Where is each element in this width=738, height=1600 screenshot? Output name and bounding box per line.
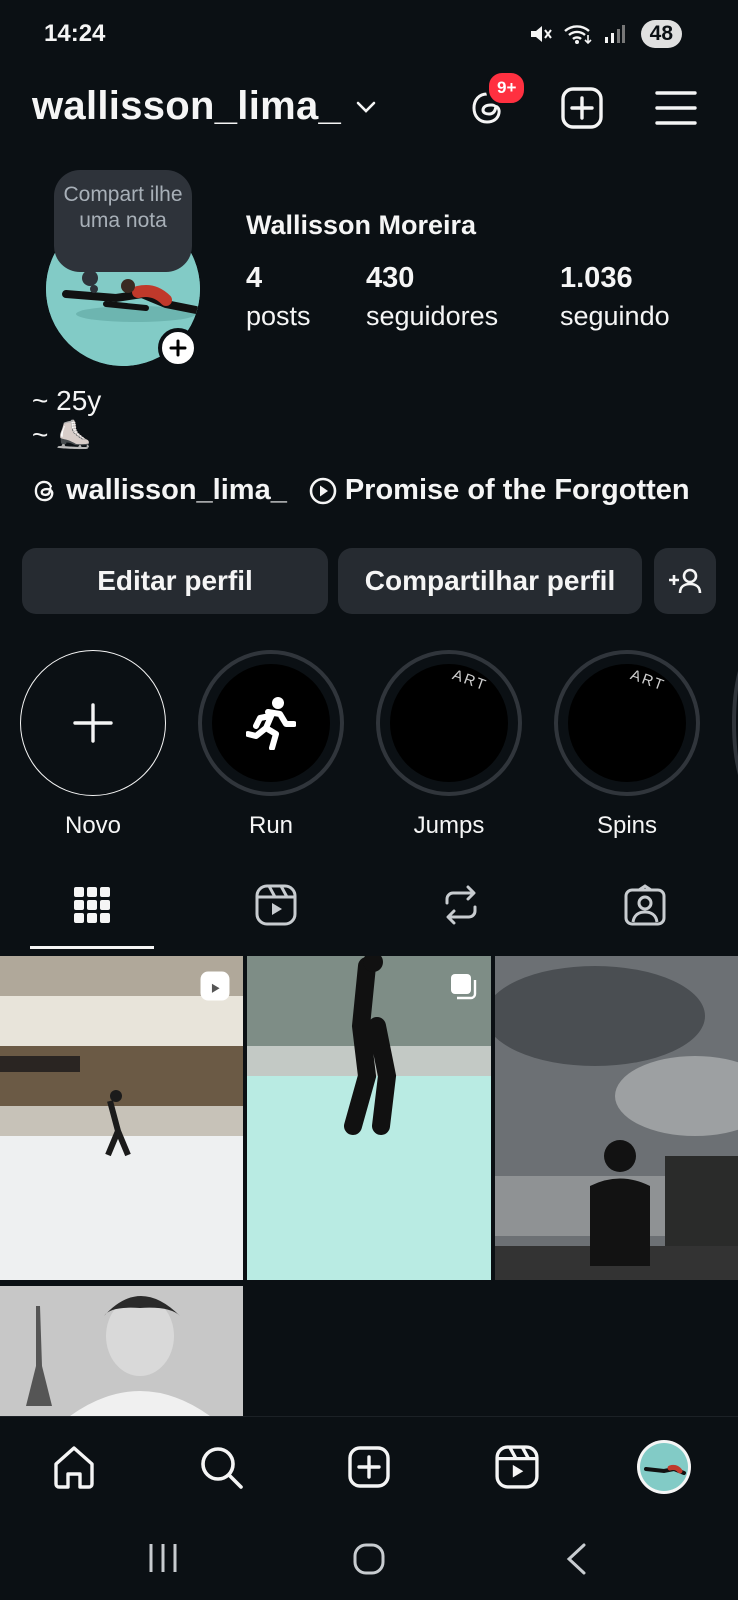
plus-icon <box>168 338 188 358</box>
highlight-partial[interactable] <box>732 650 738 796</box>
bio: ~ 25y ~ ⛸️ <box>32 384 101 452</box>
battery-level: 48 <box>640 20 682 48</box>
reels-icon <box>495 1445 539 1489</box>
music-title: Promise of the Forgotten <box>344 474 690 506</box>
bottom-nav <box>0 1416 738 1516</box>
highlight-run[interactable]: Run <box>198 650 344 840</box>
repost-icon <box>441 885 481 925</box>
highlight-circle <box>20 650 166 796</box>
profile-links: wallisson_lima_ Promise of the Forgotten <box>32 474 690 507</box>
stat-followers[interactable]: 430 seguidores <box>366 262 498 332</box>
full-name: Wallisson Moreira <box>246 210 477 240</box>
highlight-jumps[interactable]: ART Jumps <box>376 650 522 840</box>
highlight-spins[interactable]: ART Spins <box>554 650 700 840</box>
recent-apps-icon <box>146 1542 180 1574</box>
profile-avatar <box>636 1439 692 1495</box>
post-thumbnail[interactable] <box>0 1286 243 1416</box>
plus-icon <box>73 703 113 743</box>
add-person-icon <box>668 567 702 595</box>
reel-indicator-icon <box>199 970 231 1002</box>
stat-label: posts <box>246 301 311 331</box>
reels-icon <box>255 884 297 926</box>
note-bubble[interactable]: Compart ilhe uma nota <box>54 170 192 272</box>
chevron-down-icon <box>355 100 377 114</box>
highlight-art-text: ART <box>628 666 668 695</box>
highlight-art-text: ART <box>450 666 490 695</box>
highlight-new[interactable]: Novo <box>20 650 166 840</box>
status-time: 14:24 <box>44 20 106 47</box>
menu-button[interactable] <box>652 84 700 132</box>
share-profile-label: Compartilhar perfil <box>364 565 616 596</box>
note-tail <box>82 270 98 286</box>
create-button[interactable] <box>558 84 606 132</box>
search-icon <box>198 1444 244 1490</box>
nav-reels[interactable] <box>489 1439 545 1495</box>
music-link[interactable]: Promise of the Forgotten <box>309 474 690 507</box>
home-icon <box>51 1444 97 1490</box>
tab-reposts[interactable] <box>438 882 484 928</box>
stat-value: 4 <box>246 262 263 294</box>
threads-icon <box>32 478 58 504</box>
highlight-circle <box>198 650 344 796</box>
post-thumbnail[interactable] <box>247 956 491 1280</box>
edit-profile-label: Editar perfil <box>97 565 253 596</box>
play-circle-icon <box>309 477 337 505</box>
note-tail-small <box>90 285 98 293</box>
running-person-icon <box>246 696 296 750</box>
highlight-cover <box>212 664 330 782</box>
stat-label: seguidores <box>366 301 499 331</box>
stat-following[interactable]: 1.036 seguindo <box>560 262 670 332</box>
back-chevron-icon <box>564 1542 588 1576</box>
signal-icon <box>603 23 625 45</box>
home-circle-icon <box>352 1542 386 1576</box>
stat-label: seguindo <box>560 301 670 331</box>
back-button[interactable] <box>564 1542 588 1576</box>
highlight-circle: ART <box>376 650 522 796</box>
hamburger-icon <box>655 89 697 127</box>
highlight-label: Spins <box>596 812 658 839</box>
carousel-indicator-icon <box>449 972 477 1000</box>
highlight-cover: ART <box>568 664 686 782</box>
add-story-button[interactable] <box>158 328 198 368</box>
highlight-cover: ART <box>390 664 508 782</box>
home-button[interactable] <box>352 1542 386 1576</box>
bio-line: ~ 25y <box>32 385 102 416</box>
tab-grid[interactable] <box>69 882 115 928</box>
wifi-icon <box>563 23 593 45</box>
threads-link[interactable]: wallisson_lima_ <box>32 474 287 507</box>
grid-icon <box>73 886 111 924</box>
plus-square-icon <box>560 86 604 130</box>
share-profile-button[interactable]: Compartilhar perfil <box>338 548 642 614</box>
post-thumbnail[interactable] <box>0 956 243 1280</box>
tab-tagged[interactable] <box>622 882 668 928</box>
highlight-label: Run <box>248 812 294 839</box>
nav-profile[interactable] <box>636 1439 692 1495</box>
mute-icon <box>529 23 553 45</box>
discover-people-button[interactable] <box>654 548 716 614</box>
tab-reels[interactable] <box>253 882 299 928</box>
account-switcher[interactable]: wallisson_lima_ <box>32 84 377 129</box>
stat-value: 430 <box>366 262 415 294</box>
edit-profile-button[interactable]: Editar perfil <box>22 548 328 614</box>
status-icons: 48 <box>529 20 682 48</box>
plus-square-icon <box>347 1445 391 1489</box>
tab-active-indicator <box>30 946 154 949</box>
system-nav-bar <box>0 1516 738 1600</box>
threads-link-text: wallisson_lima_ <box>66 474 287 506</box>
stat-value: 1.036 <box>560 262 633 294</box>
highlight-label: Novo <box>64 812 122 839</box>
tagged-person-icon <box>624 884 666 926</box>
nav-home[interactable] <box>46 1439 102 1495</box>
highlight-label: Jumps <box>413 812 485 839</box>
threads-badge: 9+ <box>486 70 528 106</box>
bio-line: ~ ⛸️ <box>32 419 91 450</box>
stat-posts[interactable]: 4 posts <box>246 262 311 332</box>
post-thumbnail[interactable] <box>495 956 738 1280</box>
highlight-circle: ART <box>554 650 700 796</box>
nav-create[interactable] <box>341 1439 397 1495</box>
recent-apps-button[interactable] <box>146 1542 180 1574</box>
username: wallisson_lima_ <box>32 84 342 128</box>
nav-search[interactable] <box>193 1439 249 1495</box>
